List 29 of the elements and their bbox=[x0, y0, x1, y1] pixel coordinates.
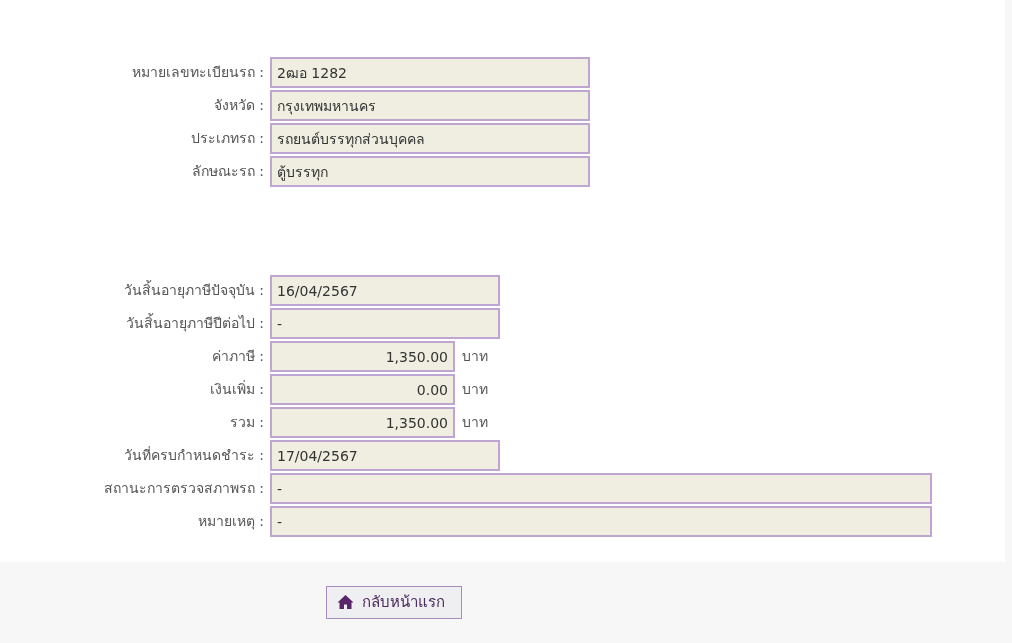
field-label: วันที่ครบกำหนดชำระ : bbox=[122, 445, 265, 465]
unit-label: บาท bbox=[462, 413, 488, 432]
input-field[interactable]: 1,350.00 bbox=[270, 341, 455, 372]
home-icon bbox=[337, 594, 354, 611]
field-label: สถานะการตรวจสภาพรถ : bbox=[102, 479, 265, 498]
field-label: ลักษณะรถ : bbox=[190, 162, 265, 181]
field-label: หมายเหตุ : bbox=[196, 512, 265, 532]
input-field[interactable]: 1,350.00 bbox=[270, 407, 455, 438]
input-field[interactable]: ตู้บรรทุก bbox=[270, 156, 590, 187]
input-field[interactable]: - bbox=[270, 506, 932, 537]
field-label: รวม : bbox=[228, 413, 265, 432]
field-label: วันสิ้นอายุภาษีปัจจุบัน : bbox=[122, 280, 265, 301]
input-field[interactable]: 0.00 bbox=[270, 374, 455, 405]
input-field[interactable]: รถยนต์บรรทุกส่วนบุคคล bbox=[270, 123, 590, 154]
input-field[interactable]: 16/04/2567 bbox=[270, 275, 500, 306]
input-field[interactable]: 2ฒอ 1282 bbox=[270, 57, 590, 88]
input-field[interactable]: - bbox=[270, 308, 500, 339]
field-label: วันสิ้นอายุภาษีปีต่อไป : bbox=[124, 313, 265, 334]
field-label: หมายเลขทะเบียนรถ : bbox=[130, 63, 265, 82]
input-field[interactable]: กรุงเทพมหานคร bbox=[270, 90, 590, 121]
field-label: เงินเพิ่ม : bbox=[208, 379, 265, 399]
home-button[interactable]: กลับหน้าแรก bbox=[326, 586, 462, 619]
input-field[interactable]: 17/04/2567 bbox=[270, 440, 500, 471]
unit-label: บาท bbox=[462, 347, 488, 366]
input-field[interactable]: - bbox=[270, 473, 932, 504]
field-label: จังหวัด : bbox=[212, 96, 265, 115]
field-label: ค่าภาษี : bbox=[210, 347, 265, 366]
unit-label: บาท bbox=[462, 380, 488, 399]
field-label: ประเภทรถ : bbox=[189, 129, 265, 148]
